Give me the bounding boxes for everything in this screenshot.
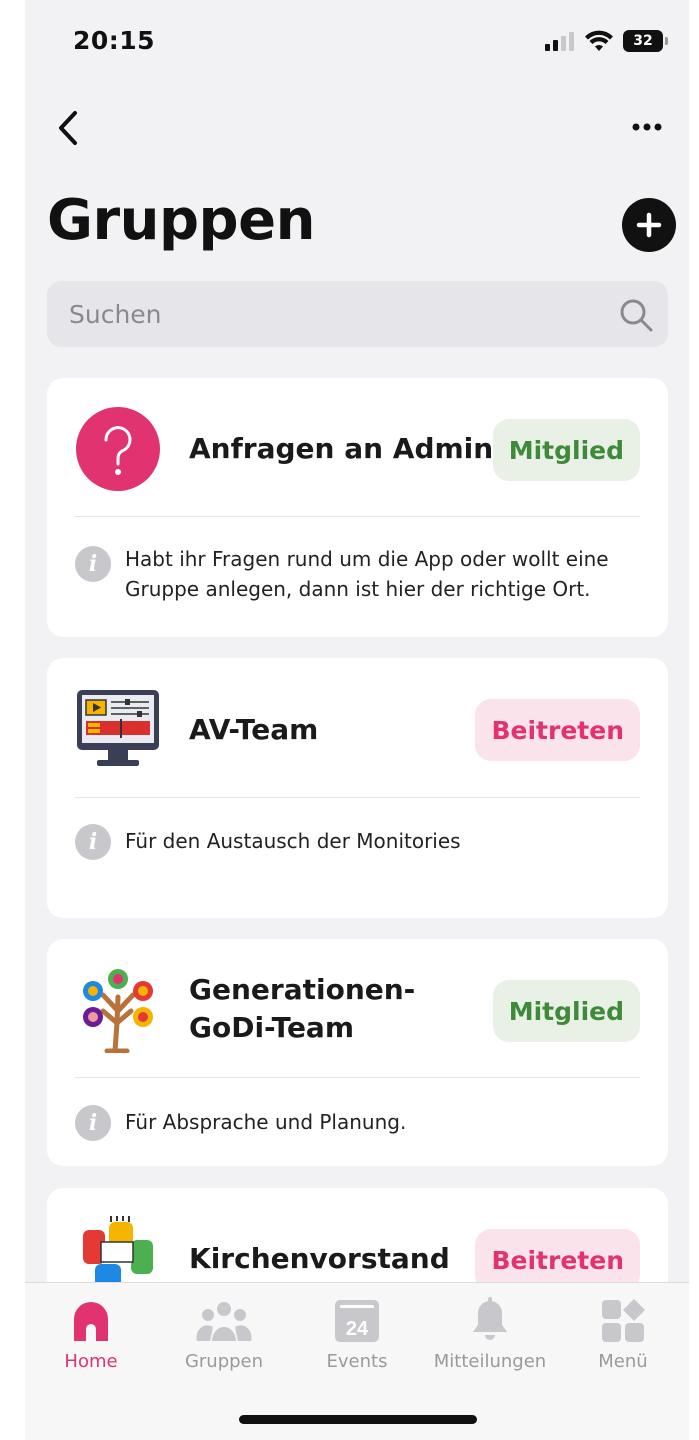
- chevron-left-icon: [59, 111, 77, 145]
- status-icons: 32: [545, 30, 668, 52]
- tab-label: Home: [64, 1351, 118, 1372]
- tab-label: Menü: [598, 1351, 648, 1372]
- group-description: Habt ihr Fragen rund um die App oder wol…: [125, 547, 609, 601]
- group-name: AV-Team: [189, 713, 319, 746]
- home-indicator: [239, 1415, 477, 1424]
- tab-label: Gruppen: [184, 1351, 264, 1372]
- group-avatar: [75, 967, 161, 1053]
- tab-label: Mitteilungen: [433, 1351, 547, 1372]
- battery-level: 32: [633, 33, 653, 49]
- group-description: Für den Austausch der Monitories: [125, 829, 461, 853]
- member-button[interactable]: Mitglied: [492, 419, 640, 481]
- search-bar: [47, 281, 668, 347]
- wifi-icon: [585, 30, 613, 51]
- info-icon: i: [75, 824, 111, 860]
- search-icon[interactable]: [618, 297, 654, 333]
- tab-gruppen[interactable]: Gruppen: [158, 1293, 290, 1373]
- grid-icon: [601, 1293, 645, 1343]
- signal-icon: [545, 32, 574, 51]
- status-bar: 20:15 32: [25, 0, 689, 80]
- tab-events[interactable]: 24 Events: [291, 1293, 423, 1373]
- card-divider: [75, 516, 640, 517]
- card-divider: [75, 1077, 640, 1078]
- tab-home[interactable]: Home: [25, 1293, 157, 1373]
- group-card[interactable]: Anfragen an Admins Mitglied i Habt ihr F…: [47, 378, 668, 637]
- group-card[interactable]: Generationen-GoDi-Team Mitglied i Für Ab…: [47, 939, 668, 1166]
- more-options-button[interactable]: [627, 112, 667, 142]
- ellipsis-icon: [632, 123, 662, 131]
- search-input[interactable]: [69, 281, 589, 347]
- group-avatar: [75, 406, 161, 492]
- add-group-button[interactable]: [622, 198, 676, 252]
- member-button[interactable]: Mitglied: [492, 980, 640, 1042]
- tab-bar: Home Gruppen 24 Events Mitteilungen Menü: [25, 1282, 689, 1440]
- battery-icon: 32: [623, 30, 668, 52]
- calendar-icon: 24: [334, 1293, 380, 1343]
- calendar-day: 24: [346, 1318, 369, 1340]
- back-button[interactable]: [57, 104, 97, 152]
- plus-icon: [636, 212, 662, 238]
- family-tree-icon: [83, 969, 153, 1053]
- group-name: Anfragen an Admins: [189, 432, 510, 465]
- page-title: Gruppen: [47, 188, 315, 253]
- card-divider: [75, 797, 640, 798]
- status-time: 20:15: [73, 26, 156, 55]
- bell-icon: [471, 1293, 509, 1343]
- monitor-icon: [77, 690, 159, 766]
- info-icon: i: [75, 546, 111, 582]
- join-button[interactable]: Beitreten: [475, 699, 640, 761]
- tab-label: Events: [326, 1351, 388, 1372]
- tab-menu[interactable]: Menü: [557, 1293, 689, 1373]
- app-screen: 20:15 32 Gruppen Suchen Anfragen an Admi…: [25, 0, 689, 1440]
- people-icon: [196, 1293, 252, 1343]
- tab-mitteilungen[interactable]: Mitteilungen: [424, 1293, 556, 1373]
- group-name: Generationen-GoDi-Team: [189, 973, 416, 1044]
- group-description: Für Absprache und Planung.: [125, 1110, 407, 1134]
- group-card[interactable]: AV-Team Beitreten i Für den Austausch de…: [47, 658, 668, 918]
- group-avatar: [75, 686, 161, 772]
- home-icon: [70, 1293, 112, 1343]
- question-mark-icon: [76, 407, 160, 491]
- group-name: Kirchenvorstand: [189, 1242, 450, 1275]
- info-icon: i: [75, 1105, 111, 1141]
